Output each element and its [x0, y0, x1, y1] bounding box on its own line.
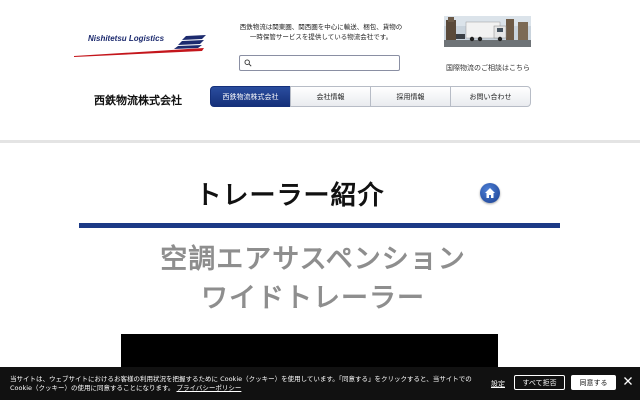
search-box[interactable]: [239, 55, 400, 71]
main-nav: 西鉄物流株式会社 会社情報 採用情報 お問い合わせ: [210, 86, 531, 107]
home-icon[interactable]: [480, 183, 500, 203]
privacy-policy-link[interactable]: プライバシーポリシー: [177, 384, 242, 392]
company-name: 西鉄物流株式会社: [94, 94, 182, 107]
reject-all-button[interactable]: すべて拒否: [514, 375, 565, 390]
tagline-line-2: 一時保管サービスを提供している物流会社です。: [249, 33, 393, 41]
subtitle-line-1: 空調エアサスペンション: [160, 244, 466, 275]
site-header: Nishitetsu Logistics 西鉄物流株式会社 西鉄物流は関東圏、関…: [0, 0, 640, 143]
cookie-banner: 当サイトは、ウェブサイトにおけるお客様の利用状況を把握するために Cookie（…: [0, 367, 640, 400]
search-input[interactable]: [254, 57, 396, 69]
nav-item-contact[interactable]: お問い合わせ: [450, 86, 531, 107]
accept-button[interactable]: 同意する: [571, 375, 616, 390]
house-glyph-icon: [485, 188, 495, 198]
logo-text: Nishitetsu Logistics: [88, 34, 165, 43]
cookie-settings-link[interactable]: 設定: [491, 379, 505, 389]
tagline: 西鉄物流は関東圏、関西圏を中心に輸送、梱包、貨物の 一時保管サービスを提供してい…: [226, 22, 416, 42]
truck-photo-image: [444, 16, 531, 47]
nav-item-home[interactable]: 西鉄物流株式会社: [210, 86, 291, 107]
truck-photo: [444, 16, 531, 47]
search-icon: [244, 59, 252, 67]
close-icon[interactable]: [623, 376, 633, 386]
subtitle-line-2: ワイドトレーラー: [201, 283, 425, 314]
tagline-line-1: 西鉄物流は関東圏、関西圏を中心に輸送、梱包、貨物の: [239, 23, 403, 31]
header-divider: [0, 140, 640, 143]
company-logo[interactable]: Nishitetsu Logistics: [74, 32, 214, 62]
international-logistics-link[interactable]: 国際物流のご相談はこちら: [446, 63, 530, 73]
nav-item-company-info[interactable]: 会社情報: [290, 86, 371, 107]
cookie-message: 当サイトは、ウェブサイトにおけるお客様の利用状況を把握するために Cookie（…: [10, 375, 488, 393]
title-underline: [79, 223, 560, 228]
trailer-subtitle: 空調エアサスペンション ワイドトレーラー: [0, 240, 626, 318]
nav-item-recruit[interactable]: 採用情報: [370, 86, 451, 107]
